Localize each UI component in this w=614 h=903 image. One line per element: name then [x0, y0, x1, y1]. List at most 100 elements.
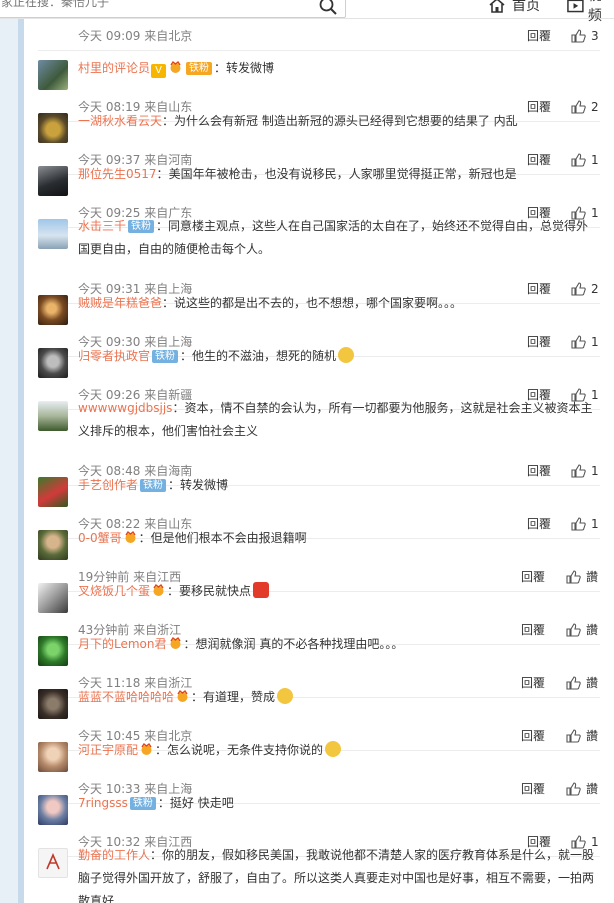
comment-text: 水击三千 铁粉 ：同意楼主观点，这些人在自己国家活的太自在了，始终还不觉得自由，总觉…	[78, 215, 598, 261]
comment-text: 一湖秋水看云天：为什么会有新冠 制造出新冠的源头已经得到它想要的结果了 内乱	[78, 110, 598, 132]
avatar[interactable]	[38, 477, 68, 507]
avatar[interactable]	[38, 219, 68, 249]
username[interactable]: 叉烧饭几个蛋	[78, 584, 150, 598]
comment-time: 今天 09:09 来自北京	[78, 29, 193, 43]
gift-emoji-icon	[253, 582, 270, 598]
comment-text: 贼贼是年糕爸爸：说这些的都是出不去的，也不想想，哪个国家要啊。。。	[78, 292, 598, 314]
colon: ：	[183, 637, 196, 651]
colon: ：	[168, 478, 181, 492]
username[interactable]: 月下的Lemon君	[78, 637, 167, 651]
colon: ：	[155, 743, 168, 757]
thumb-up-icon	[571, 29, 586, 43]
comment-text: 月下的Lemon君 ：想润就像润 真的不必各种找理由吧。。。	[78, 633, 598, 655]
search-input[interactable]: 家正在搜：秦怡儿子	[0, 0, 346, 18]
colon: ：	[167, 584, 180, 598]
fan-badge: 铁粉	[140, 479, 167, 492]
username[interactable]: 河正宇原配	[78, 743, 138, 757]
home-icon	[489, 0, 505, 13]
comment-text: 蓝蓝不蓝哈哈哈哈 ：有道理，赞成	[78, 686, 598, 708]
username[interactable]: wwwwwgjdbsjjs	[78, 401, 172, 415]
cat-emoji-icon	[338, 347, 355, 363]
thumbs-emoji-icon	[277, 688, 294, 704]
fan-crown-icon	[169, 636, 181, 649]
grin-emoji-icon	[325, 741, 342, 757]
comment-body: 有道理，赞成	[203, 690, 276, 704]
avatar[interactable]	[38, 401, 68, 431]
comment-text: 7ringsss 铁粉 ：挺好 快走吧	[78, 792, 598, 814]
vip-badge-icon: V	[151, 64, 167, 78]
search-icon[interactable]	[318, 0, 338, 16]
comment-text: 叉烧饭几个蛋 ：要移民就快点	[78, 580, 598, 602]
colon: ：	[191, 690, 204, 704]
avatar[interactable]	[38, 795, 68, 825]
colon: ：	[150, 848, 163, 862]
comment-body: 说这些的都是出不去的，也不想想，哪个国家要啊。。。	[174, 296, 463, 310]
colon: ：	[214, 61, 227, 75]
comment-body: 为什么会有新冠 制造出新冠的源头已经得到它想要的结果了 内乱	[174, 114, 518, 128]
avatar[interactable]	[38, 348, 68, 378]
colon: ：	[156, 219, 169, 233]
comment-list: 今天 09:09 来自北京 回覆 3 村里的评论员 V 铁粉 ：转发微博 今天 08:…	[24, 18, 614, 903]
comment-body: 美国年年被枪击，也没有说移民，人家哪里觉得挺正常，新冠也是	[168, 167, 517, 181]
comment-text: 那位先生0517：美国年年被枪击，也没有说移民，人家哪里觉得挺正常，新冠也是	[78, 163, 598, 185]
avatar[interactable]	[38, 689, 68, 719]
username[interactable]: 0-0蟹哥	[78, 531, 122, 545]
avatar[interactable]	[38, 636, 68, 666]
username[interactable]: 村里的评论员	[78, 61, 150, 75]
nav-home-label: 首页	[512, 0, 540, 14]
fan-badge: 铁粉	[129, 797, 156, 810]
divider	[38, 50, 600, 51]
avatar[interactable]	[38, 583, 68, 613]
nav-video[interactable]: 视频	[567, 0, 614, 24]
colon: ：	[172, 401, 185, 415]
avatar[interactable]	[38, 60, 68, 90]
comment-text: 手艺创作者 铁粉 ：转发微博	[78, 474, 598, 496]
username[interactable]: 蓝蓝不蓝哈哈哈哈	[78, 690, 174, 704]
video-icon	[567, 0, 584, 13]
username[interactable]: 水击三千	[78, 219, 126, 233]
colon: ：	[156, 167, 169, 181]
reply-button[interactable]: 回覆	[527, 27, 551, 45]
fan-badge: 铁粉	[128, 220, 155, 233]
username[interactable]: 勤奋的工作人	[78, 848, 150, 862]
avatar-figure-icon	[46, 852, 60, 870]
username[interactable]: 贼贼是年糕爸爸	[78, 296, 162, 310]
username[interactable]: 7ringsss	[78, 796, 128, 810]
nav-home[interactable]: 首页	[488, 0, 540, 15]
like-button[interactable]: 3	[571, 27, 599, 45]
comment-body: 但是他们根本不会由报退籍啊	[150, 531, 307, 545]
search-value: 家正在搜：秦怡儿子	[1, 0, 110, 9]
comment-body: 挺好 快走吧	[169, 796, 234, 810]
fan-crown-icon	[177, 689, 188, 702]
fan-badge: 铁粉	[152, 350, 179, 363]
avatar[interactable]	[38, 295, 68, 325]
username[interactable]: 一湖秋水看云天	[78, 114, 162, 128]
top-bar: 家正在搜：秦怡儿子 首页 视频	[0, 0, 614, 24]
avatar[interactable]	[38, 848, 68, 878]
fan-crown-icon	[153, 583, 164, 596]
comment-text: 村里的评论员 V 铁粉 ：转发微博	[78, 57, 598, 79]
colon: ：	[138, 531, 151, 545]
username[interactable]: 手艺创作者	[78, 478, 138, 492]
avatar[interactable]	[38, 742, 68, 772]
comment-body: 他生的不滋油，想死的随机	[192, 349, 337, 363]
comment-body: 想润就像润 真的不必各种找理由吧。。。	[195, 637, 404, 651]
comment-text: 勤奋的工作人：你的朋友，假如移民美国，我敢说他都不清楚人家的医疗教育体系是什么，…	[78, 844, 598, 903]
avatar[interactable]	[38, 530, 68, 560]
fan-badge: 铁粉	[186, 62, 213, 75]
avatar[interactable]	[38, 166, 68, 196]
comment-body: 怎么说呢，无条件支持你说的	[167, 743, 324, 757]
colon: ：	[157, 796, 170, 810]
nav-video-label: 视频	[587, 0, 602, 24]
fan-crown-icon	[170, 60, 181, 73]
avatar[interactable]	[38, 113, 68, 143]
like-count: 3	[591, 29, 599, 43]
username[interactable]: 归零者执政官	[78, 349, 150, 363]
comment-body: 转发微博	[180, 478, 229, 492]
comment-text: 归零者执政官 铁粉 ：他生的不滋油，想死的随机	[78, 345, 598, 367]
colon: ：	[180, 349, 193, 363]
comment-body: 同意楼主观点，这些人在自己国家活的太自在了，始终还不觉得自由，总觉得外国更自由，…	[78, 219, 589, 256]
username[interactable]: 那位先生0517	[78, 167, 157, 181]
comment-text: wwwwwgjdbsjjs：资本，情不自禁的会认为，所有一切都要为他服务，这就是…	[78, 397, 598, 443]
comment-text: 河正宇原配 ：怎么说呢，无条件支持你说的	[78, 739, 598, 761]
